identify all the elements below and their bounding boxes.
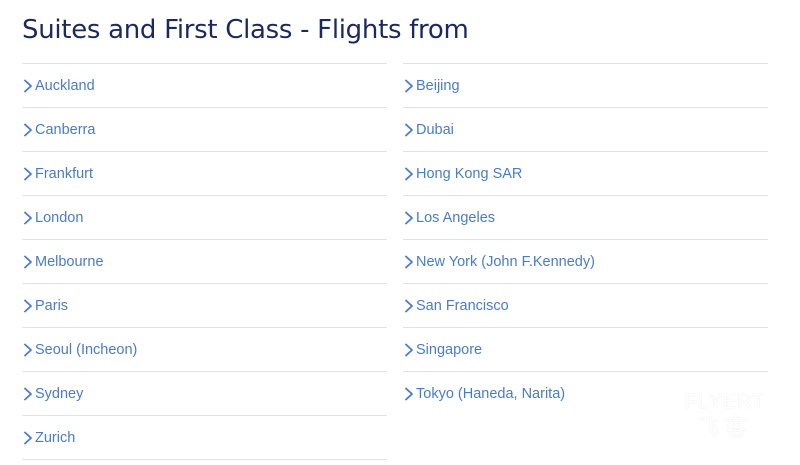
destination-link[interactable]: Paris [22,283,387,327]
destination-label: Dubai [416,121,454,138]
chevron-right-icon [403,254,415,270]
destination-link[interactable]: San Francisco [403,283,768,327]
destination-label: Beijing [416,77,460,94]
destination-label: Singapore [416,341,483,358]
destination-link[interactable]: Seoul (Incheon) [22,327,387,371]
destination-list-left: Auckland Canberra Frankfurt London Melbourne… [22,63,387,460]
destination-label: Hong Kong SAR [416,165,523,182]
destination-label: Tokyo (Haneda, Narita) [416,385,566,402]
destination-label: London [35,209,84,226]
chevron-right-icon [22,254,34,270]
destination-link[interactable]: Sydney [22,371,387,415]
destination-label: Paris [35,297,69,314]
destination-label: New York (John F.Kennedy) [416,253,595,270]
chevron-right-icon [22,122,34,138]
watermark-brand-cn: 飞客 [696,415,753,440]
destination-link[interactable]: Dubai [403,107,768,151]
page-title: Suites and First Class - Flights from [22,15,469,45]
chevron-right-icon [403,386,415,402]
chevron-right-icon [22,342,34,358]
destination-link[interactable]: Singapore [403,327,768,371]
destination-label: Seoul (Incheon) [35,341,138,358]
destination-label: Sydney [35,385,84,402]
destination-label: Los Angeles [416,209,496,226]
destination-link[interactable]: Los Angeles [403,195,768,239]
destination-label: San Francisco [416,297,509,314]
chevron-right-icon [22,430,34,446]
chevron-right-icon [403,122,415,138]
destination-link[interactable]: London [22,195,387,239]
chevron-right-icon [22,210,34,226]
destination-label: Auckland [35,77,95,94]
chevron-right-icon [22,298,34,314]
destination-link[interactable]: Beijing [403,63,768,107]
destination-label: Canberra [35,121,96,138]
destination-link[interactable]: Melbourne [22,239,387,283]
destination-link[interactable]: Hong Kong SAR [403,151,768,195]
destination-link[interactable]: Auckland [22,63,387,107]
destination-label: Melbourne [35,253,104,270]
destination-label: Zurich [35,429,76,446]
chevron-right-icon [22,166,34,182]
chevron-right-icon [22,386,34,402]
destination-link[interactable]: Zurich [22,415,387,460]
destination-link[interactable]: Tokyo (Haneda, Narita) [403,371,768,415]
destination-link[interactable]: Canberra [22,107,387,151]
destination-link[interactable]: Frankfurt [22,151,387,195]
chevron-right-icon [403,298,415,314]
destination-label: Frankfurt [35,165,94,182]
chevron-right-icon [403,78,415,94]
destination-list-right: Beijing Dubai Hong Kong SAR Los Angeles New … [403,63,768,415]
chevron-right-icon [403,166,415,182]
chevron-right-icon [403,342,415,358]
chevron-right-icon [22,78,34,94]
destination-link[interactable]: New York (John F.Kennedy) [403,239,768,283]
chevron-right-icon [403,210,415,226]
